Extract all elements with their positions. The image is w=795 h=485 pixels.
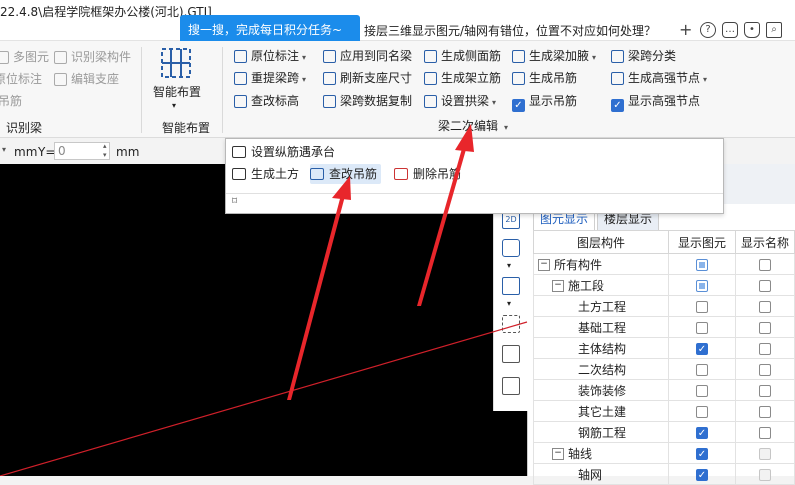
- arrow-head: [332, 176, 351, 200]
- annotation-arrow: [417, 145, 467, 306]
- arrow-head: [455, 124, 474, 152]
- annotation-arrow: [287, 195, 345, 400]
- annotation-overlay: [0, 124, 528, 476]
- axis-line: [0, 321, 528, 476]
